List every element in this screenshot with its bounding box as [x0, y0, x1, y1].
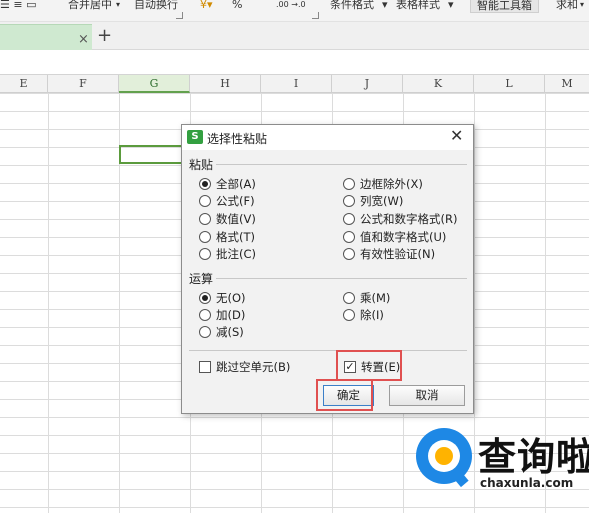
transpose-highlight: [336, 350, 402, 381]
formula-area: [0, 50, 589, 74]
wps-app-icon: S: [187, 130, 203, 144]
percent-button[interactable]: %: [232, 0, 242, 12]
radio-button[interactable]: [343, 178, 355, 190]
auto-wrap-button[interactable]: 自动换行: [134, 0, 178, 12]
column-header-K[interactable]: K: [403, 75, 474, 93]
paste-special-dialog: S 选择性粘贴 ✕ 粘贴 全部(A) 公式(F) 数值(V) 格式(T) 批注(…: [181, 124, 474, 414]
number-launcher-icon[interactable]: [312, 12, 319, 19]
merge-dropdown-icon[interactable]: ▾: [116, 0, 120, 12]
radio-button[interactable]: [199, 292, 211, 304]
paste-section-label: 粘贴: [189, 158, 214, 172]
radio-button[interactable]: [199, 326, 211, 338]
alignment-launcher-icon[interactable]: [176, 12, 183, 19]
column-header-E[interactable]: E: [0, 75, 48, 93]
smart-toolbox-button[interactable]: 智能工具箱: [470, 0, 539, 13]
column-header-J[interactable]: J: [332, 75, 403, 93]
radio-button[interactable]: [199, 248, 211, 260]
watermark-url: chaxunla.com: [480, 476, 574, 490]
conditional-format-button[interactable]: 条件格式: [330, 0, 374, 12]
ribbon-toolbar: ☰ ≡ ▭ 合并居中 ▾ 自动换行 ¥▾ % .00 →.0 条件格式 ▾ 表格…: [0, 0, 589, 22]
close-tab-icon[interactable]: ×: [78, 32, 89, 47]
document-tab-bar: × +: [0, 22, 589, 50]
radio-button[interactable]: [199, 178, 211, 190]
column-header-G[interactable]: G: [119, 75, 190, 93]
close-icon[interactable]: ✕: [450, 127, 463, 145]
radio-button[interactable]: [199, 231, 211, 243]
dialog-title: 选择性粘贴: [207, 132, 268, 146]
column-header-L[interactable]: L: [474, 75, 545, 93]
cond-format-dropdown-icon[interactable]: ▾: [382, 0, 388, 12]
column-header-M[interactable]: M: [545, 75, 589, 93]
sum-button[interactable]: 求和: [556, 0, 578, 12]
dialog-titlebar[interactable]: S 选择性粘贴 ✕: [182, 125, 473, 150]
radio-button[interactable]: [343, 292, 355, 304]
column-header-H[interactable]: H: [190, 75, 261, 93]
checkbox[interactable]: [199, 361, 211, 373]
radio-button[interactable]: [199, 309, 211, 321]
watermark: 查询啦 chaxunla.com: [416, 424, 589, 504]
column-header: E F G H I J K L M: [0, 74, 589, 93]
document-tab[interactable]: ×: [0, 24, 92, 50]
table-style-button[interactable]: 表格样式: [396, 0, 440, 12]
column-header-F[interactable]: F: [48, 75, 119, 93]
divider: [216, 164, 467, 165]
operation-section-label: 运算: [189, 272, 214, 286]
grid-line: [48, 93, 49, 513]
cancel-button[interactable]: 取消: [389, 385, 465, 406]
ok-highlight: [316, 379, 373, 411]
table-style-dropdown-icon[interactable]: ▾: [448, 0, 454, 12]
merge-center-button[interactable]: 合并居中: [68, 0, 112, 12]
radio-button[interactable]: [199, 195, 211, 207]
column-header-I[interactable]: I: [261, 75, 332, 93]
active-cell[interactable]: [119, 145, 190, 164]
radio-button[interactable]: [343, 213, 355, 225]
sum-dropdown-icon[interactable]: ▾: [580, 0, 584, 12]
radio-button[interactable]: [343, 309, 355, 321]
watermark-brand: 查询啦: [478, 435, 589, 479]
new-tab-icon[interactable]: +: [97, 25, 112, 46]
radio-button[interactable]: [343, 195, 355, 207]
divider: [216, 278, 467, 279]
radio-button[interactable]: [199, 213, 211, 225]
divider: [189, 350, 467, 351]
align-icons[interactable]: ☰ ≡ ▭: [0, 0, 36, 12]
currency-icon[interactable]: ¥▾: [200, 0, 213, 12]
decimal-icon[interactable]: .00 →.0: [276, 0, 306, 12]
radio-button[interactable]: [343, 231, 355, 243]
radio-button[interactable]: [343, 248, 355, 260]
